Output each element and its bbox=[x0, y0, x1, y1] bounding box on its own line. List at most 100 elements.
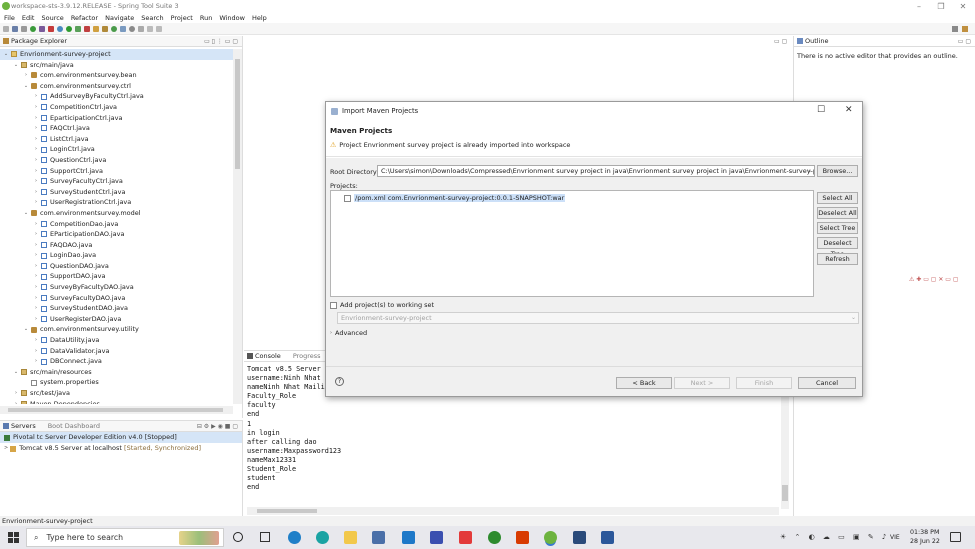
menu-help[interactable]: Help bbox=[252, 13, 267, 23]
xmind-icon[interactable] bbox=[459, 531, 472, 544]
windows-start-icon[interactable] bbox=[8, 532, 19, 543]
tree-item[interactable]: ⌄ src/main/resources bbox=[0, 367, 233, 378]
package-explorer-scrollbar[interactable] bbox=[233, 49, 242, 404]
tree-item[interactable]: › UserRegisterDAO.java bbox=[0, 314, 233, 325]
menu-project[interactable]: Project bbox=[171, 13, 193, 23]
tree-item[interactable]: › FAQDAO.java bbox=[0, 240, 233, 251]
clock-time[interactable]: 01:38 PM bbox=[910, 529, 939, 536]
tree-item[interactable]: ⌄ src/main/java bbox=[0, 60, 233, 71]
chevron-right-icon[interactable]: › bbox=[33, 271, 39, 282]
root-directory-combo[interactable]: C:\Users\simon\Downloads\Compressed\Envr… bbox=[377, 165, 815, 177]
maximize-button[interactable]: ❐ bbox=[930, 0, 952, 13]
clock-date[interactable]: 28 Jun 22 bbox=[910, 538, 940, 545]
chevron-right-icon[interactable]: › bbox=[23, 70, 29, 81]
advanced-toggle[interactable]: › Advanced bbox=[330, 329, 367, 337]
forward-icon[interactable] bbox=[156, 25, 162, 32]
deselect-tree-button[interactable]: Deselect Tree bbox=[817, 237, 858, 258]
tree-item[interactable]: › EparticipationCtrl.java bbox=[0, 113, 233, 124]
minimize-button[interactable]: – bbox=[908, 0, 930, 13]
console-hscroll-thumb[interactable] bbox=[257, 509, 317, 513]
chevron-right-icon[interactable]: › bbox=[33, 240, 39, 251]
tree-item[interactable]: › SurveyFacultyCtrl.java bbox=[0, 176, 233, 187]
close-button[interactable]: ✕ bbox=[952, 0, 974, 13]
package-explorer-tab[interactable]: Package Explorer ▭ ▯ ⋮ ▭ ▢ bbox=[0, 36, 242, 47]
tree-item[interactable]: › QuestionDAO.java bbox=[0, 261, 233, 272]
chevron-down-icon[interactable]: ⌄ bbox=[23, 208, 29, 219]
chevron-right-icon[interactable]: › bbox=[33, 144, 39, 155]
chevron-right-icon[interactable]: › bbox=[33, 282, 39, 293]
deselect-all-button[interactable]: Deselect All bbox=[817, 207, 858, 219]
browse-button[interactable]: Browse... bbox=[817, 165, 858, 177]
chevron-right-icon[interactable]: › bbox=[33, 113, 39, 124]
chevron-down-icon[interactable]: ⌄ bbox=[13, 60, 19, 71]
search-icon[interactable] bbox=[129, 25, 135, 32]
select-tree-button[interactable]: Select Tree bbox=[817, 222, 858, 234]
store-icon[interactable] bbox=[372, 531, 385, 544]
tree-item[interactable]: › ListCtrl.java bbox=[0, 134, 233, 145]
tree-item[interactable]: › SurveyFacultyDAO.java bbox=[0, 293, 233, 304]
print-icon[interactable] bbox=[21, 25, 27, 32]
chevron-right-icon[interactable]: › bbox=[33, 346, 39, 357]
chevron-right-icon[interactable]: › bbox=[13, 388, 19, 399]
chevron-down-icon[interactable]: ⌄ bbox=[3, 49, 9, 60]
help-icon[interactable]: ? bbox=[335, 377, 344, 386]
select-all-button[interactable]: Select All bbox=[817, 192, 858, 204]
tree-item[interactable]: › QuestionCtrl.java bbox=[0, 155, 233, 166]
tree-item[interactable]: › DataUtility.java bbox=[0, 335, 233, 346]
perspective-quick-access-icon[interactable] bbox=[952, 26, 958, 32]
dialog-close-button[interactable]: ✕ bbox=[845, 105, 853, 115]
outline-min-max-icon[interactable]: ▭ ▢ bbox=[958, 36, 971, 47]
outline-side-icons[interactable]: ⚠ ✚ ▭ ▢ ✕ ▭ ▢ bbox=[909, 276, 959, 283]
package-explorer-hscrollbar[interactable] bbox=[0, 406, 233, 414]
servers-toolbar-icons[interactable]: ⊟ ⚙ ▶ ◉ ■ ▢ bbox=[197, 421, 238, 432]
java-perspective-icon[interactable] bbox=[962, 26, 968, 32]
tree-item[interactable]: › DataValidator.java bbox=[0, 346, 233, 357]
boot-dashboard-tab[interactable]: Boot Dashboard bbox=[48, 421, 100, 432]
chevron-right-icon[interactable]: › bbox=[33, 261, 39, 272]
console-vscroll-thumb[interactable] bbox=[782, 485, 788, 501]
new-package-icon[interactable] bbox=[102, 25, 108, 32]
new-icon[interactable] bbox=[3, 25, 9, 32]
tree-item[interactable]: › SurveyStudentCtrl.java bbox=[0, 187, 233, 198]
chevron-right-icon[interactable]: › bbox=[33, 123, 39, 134]
server-item[interactable]: > Tomcat v8.5 Server at localhost [Start… bbox=[0, 443, 242, 454]
tree-item[interactable]: ⌄ Envrionment-survey-project bbox=[0, 49, 233, 60]
chevron-right-icon[interactable]: › bbox=[33, 219, 39, 230]
chevron-right-icon[interactable]: › bbox=[33, 187, 39, 198]
tree-item[interactable]: ⌄ com.environmentsurvey.ctrl bbox=[0, 81, 233, 92]
chevron-right-icon[interactable]: › bbox=[330, 330, 332, 336]
server-item[interactable]: Pivotal tc Server Developer Edition v4.0… bbox=[0, 432, 242, 443]
tree-item[interactable]: › src/test/java bbox=[0, 388, 233, 399]
tree-item[interactable]: › EParticipationDAO.java bbox=[0, 229, 233, 240]
hscrollbar-thumb[interactable] bbox=[8, 408, 223, 412]
menu-window[interactable]: Window bbox=[219, 13, 245, 23]
chevron-down-icon[interactable]: ⌄ bbox=[13, 367, 19, 378]
chevron-right-icon[interactable]: › bbox=[33, 229, 39, 240]
tree-item[interactable]: › SupportCtrl.java bbox=[0, 166, 233, 177]
chevron-right-icon[interactable]: › bbox=[33, 197, 39, 208]
tree-item[interactable]: › AddSurveyByFacultyCtrl.java bbox=[0, 91, 233, 102]
scrollbar-thumb[interactable] bbox=[235, 59, 240, 169]
tree-item[interactable]: › com.environmentsurvey.bean bbox=[0, 70, 233, 81]
chevron-right-icon[interactable]: › bbox=[33, 134, 39, 145]
edge-dev-icon[interactable] bbox=[316, 531, 329, 544]
package-tree[interactable]: ⌄ Envrionment-survey-project ⌄ src/main/jav… bbox=[0, 49, 233, 404]
tree-item[interactable]: › Maven Dependencies bbox=[0, 399, 233, 404]
view-menu-icon[interactable]: ▭ ▯ ⋮ ▭ ▢ bbox=[204, 36, 238, 47]
menu-edit[interactable]: Edit bbox=[22, 13, 35, 23]
word-icon[interactable] bbox=[601, 531, 614, 544]
open-type-icon[interactable] bbox=[120, 25, 126, 32]
chevron-down-icon[interactable]: ⌄ bbox=[23, 324, 29, 335]
add-working-set-checkbox[interactable] bbox=[330, 301, 337, 309]
projects-list[interactable]: /pom.xml com.Envrionment-survey-project:… bbox=[330, 190, 814, 297]
back-icon[interactable] bbox=[147, 25, 153, 32]
xbox-icon[interactable] bbox=[488, 531, 501, 544]
new-java-project-icon[interactable] bbox=[93, 25, 99, 32]
pen-app-icon[interactable] bbox=[430, 531, 443, 544]
chevron-down-icon[interactable]: ⌄ bbox=[23, 81, 29, 92]
outline-tab[interactable]: Outline bbox=[805, 36, 829, 47]
menu-source[interactable]: Source bbox=[41, 13, 63, 23]
tree-item[interactable]: › DBConnect.java bbox=[0, 356, 233, 367]
add-working-set-row[interactable]: Add project(s) to working set bbox=[330, 301, 434, 309]
console-tab[interactable]: Console bbox=[255, 351, 281, 362]
